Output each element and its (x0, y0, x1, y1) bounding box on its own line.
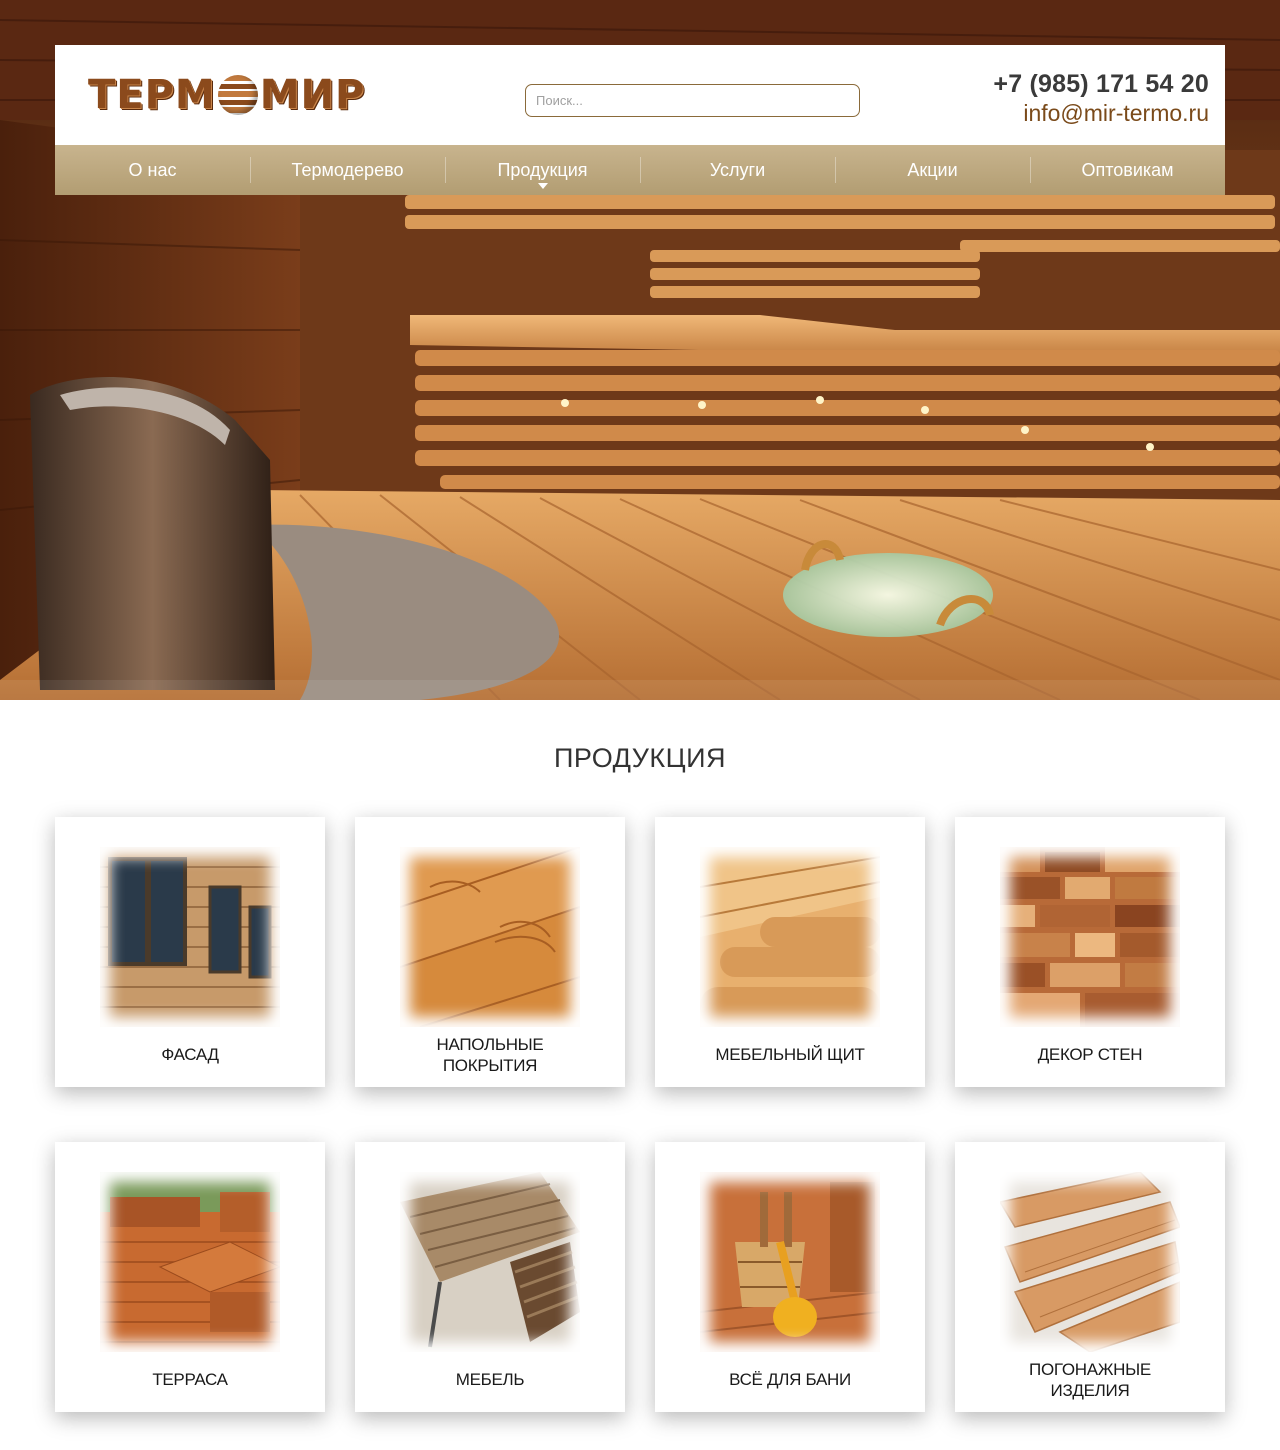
nav-item-label: Продукция (497, 159, 588, 180)
product-card-label: НАПОЛЬНЫЕ ПОКРЫТИЯ (436, 1034, 544, 1075)
logo-text-right: МИР (259, 72, 366, 118)
product-card-label: ТЕРРАСА (152, 1370, 228, 1389)
main-nav: О нас Термодерево Продукция Услуги Акции… (55, 145, 1225, 195)
nav-item-thermowood[interactable]: Термодерево (250, 145, 445, 195)
product-card-label: ПОГОНАЖНЫЕ ИЗДЕЛИЯ (1029, 1359, 1151, 1400)
sauna-accessories-image (700, 1172, 880, 1352)
search-input[interactable] (525, 84, 860, 117)
moldings-image (1000, 1172, 1180, 1352)
product-card-flooring[interactable]: НАПОЛЬНЫЕ ПОКРЫТИЯ (355, 817, 625, 1087)
facade-image (100, 847, 280, 1027)
product-card-label: ДЕКОР СТЕН (1037, 1045, 1143, 1064)
nav-item-label: О нас (128, 159, 177, 180)
product-card-furniture[interactable]: МЕБЕЛЬ (355, 1142, 625, 1412)
product-card-terrace[interactable]: ТЕРРАСА (55, 1142, 325, 1412)
furniture-image (400, 1172, 580, 1352)
furniture-board-image (700, 847, 880, 1027)
contact-info: +7 (985) 171 54 20 info@mir-termo.ru (993, 69, 1209, 127)
product-card-label: МЕБЕЛЬНЫЙ ЩИТ (715, 1045, 865, 1064)
site-logo[interactable]: ТЕРМ МИР (88, 72, 366, 118)
flooring-image (400, 847, 580, 1027)
products-section-title: ПРОДУКЦИЯ (553, 743, 727, 773)
nav-item-label: Термодерево (291, 159, 404, 180)
phone-number[interactable]: +7 (985) 171 54 20 (993, 69, 1209, 99)
product-card-label: ФАСАД (161, 1045, 219, 1064)
site-header: ТЕРМ МИР +7 (985) 171 54 20 info@mir-ter… (55, 45, 1225, 145)
nav-item-label: Оптовикам (1081, 159, 1174, 180)
product-card-facade[interactable]: ФАСАД (55, 817, 325, 1087)
product-card-wall-decor[interactable]: ДЕКОР СТЕН (955, 817, 1225, 1087)
product-card-furniture-board[interactable]: МЕБЕЛЬНЫЙ ЩИТ (655, 817, 925, 1087)
nav-item-wholesale[interactable]: Оптовикам (1030, 145, 1225, 195)
product-card-label: ВСЁ ДЛЯ БАНИ (729, 1370, 851, 1389)
terrace-image (100, 1172, 280, 1352)
product-card-label: МЕБЕЛЬ (455, 1370, 525, 1389)
logo-ball-icon (217, 75, 258, 115)
caret-down-icon (537, 183, 548, 189)
wall-decor-image (1000, 847, 1180, 1027)
nav-item-promotions[interactable]: Акции (835, 145, 1030, 195)
nav-item-products[interactable]: Продукция (445, 145, 640, 195)
email-link[interactable]: info@mir-termo.ru (993, 99, 1209, 127)
nav-item-about[interactable]: О нас (55, 145, 250, 195)
nav-item-services[interactable]: Услуги (640, 145, 835, 195)
nav-item-label: Услуги (709, 159, 766, 180)
product-card-sauna-accessories[interactable]: ВСЁ ДЛЯ БАНИ (655, 1142, 925, 1412)
logo-text-left: ТЕРМ (88, 72, 216, 118)
product-card-moldings[interactable]: ПОГОНАЖНЫЕ ИЗДЕЛИЯ (955, 1142, 1225, 1412)
nav-item-label: Акции (907, 159, 958, 180)
